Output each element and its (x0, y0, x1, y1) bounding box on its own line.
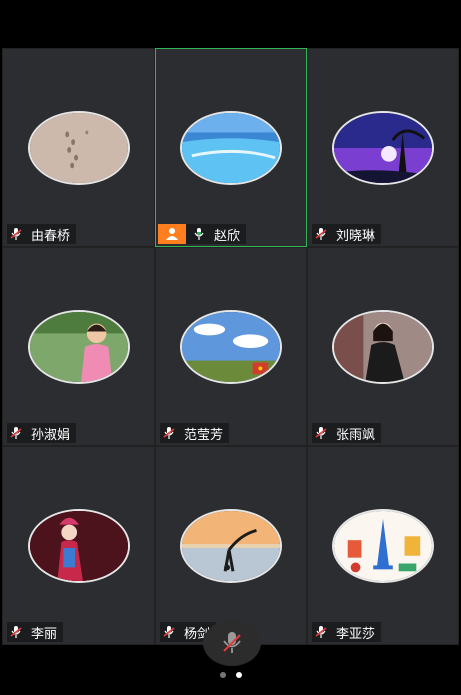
muted-mic-icon (223, 632, 241, 653)
participant-name: 由春桥 (31, 228, 71, 244)
participant-name: 范莹芳 (184, 427, 224, 443)
participant-tile[interactable]: 刘晓琳 (307, 48, 459, 247)
participant-name: 赵欣 (214, 228, 241, 244)
muted-mic-icon (163, 626, 175, 638)
self-mic-button[interactable] (203, 620, 261, 666)
muted-mic-icon (315, 626, 327, 638)
participant-tile[interactable]: 李亚莎 (307, 446, 459, 645)
page-dot-active[interactable] (236, 672, 242, 678)
nameplate: 赵欣 (158, 224, 247, 244)
nameplate: 范莹芳 (160, 423, 230, 443)
participant-tile[interactable]: 孙淑娟 (2, 247, 155, 446)
video-grid: 由春桥 赵欣 刘晓琳 孙淑娟 范莹芳 张雨飒 李丽 杨剑 李亚莎 (2, 48, 459, 645)
avatar (332, 111, 434, 185)
muted-mic-icon (10, 626, 22, 638)
mic-active-icon (194, 228, 204, 240)
muted-mic-icon (10, 427, 22, 439)
nameplate: 孙淑娟 (7, 423, 77, 443)
participant-name: 刘晓琳 (336, 228, 376, 244)
participant-name: 张雨飒 (336, 427, 376, 443)
nameplate: 由春桥 (7, 224, 77, 244)
avatar (27, 310, 130, 384)
top-bar (0, 0, 461, 48)
muted-mic-icon (163, 427, 175, 439)
participant-tile[interactable]: 由春桥 (2, 48, 155, 247)
muted-mic-icon (315, 228, 327, 240)
participant-tile[interactable]: 范莹芳 (155, 247, 307, 446)
avatar (180, 509, 282, 583)
participant-name: 李亚莎 (336, 626, 376, 642)
avatar (27, 509, 130, 583)
avatar (180, 111, 282, 185)
host-badge (158, 224, 186, 244)
participant-tile[interactable]: 赵欣 (155, 48, 307, 247)
participant-tile[interactable]: 李丽 (2, 446, 155, 645)
participant-name: 孙淑娟 (31, 427, 71, 443)
avatar (332, 310, 434, 384)
participant-tile[interactable]: 杨剑 (155, 446, 307, 645)
participant-name: 李丽 (31, 626, 58, 642)
avatar (180, 310, 282, 384)
nameplate: 张雨飒 (312, 423, 382, 443)
nameplate: 李亚莎 (312, 622, 382, 642)
muted-mic-icon (10, 228, 22, 240)
page-indicator (220, 672, 242, 678)
participant-tile[interactable]: 张雨飒 (307, 247, 459, 446)
muted-mic-icon (315, 427, 327, 439)
page-dot[interactable] (220, 672, 226, 678)
person-icon (166, 228, 178, 240)
nameplate: 刘晓琳 (312, 224, 382, 244)
avatar (27, 111, 130, 185)
avatar (332, 509, 434, 583)
nameplate: 李丽 (7, 622, 64, 642)
